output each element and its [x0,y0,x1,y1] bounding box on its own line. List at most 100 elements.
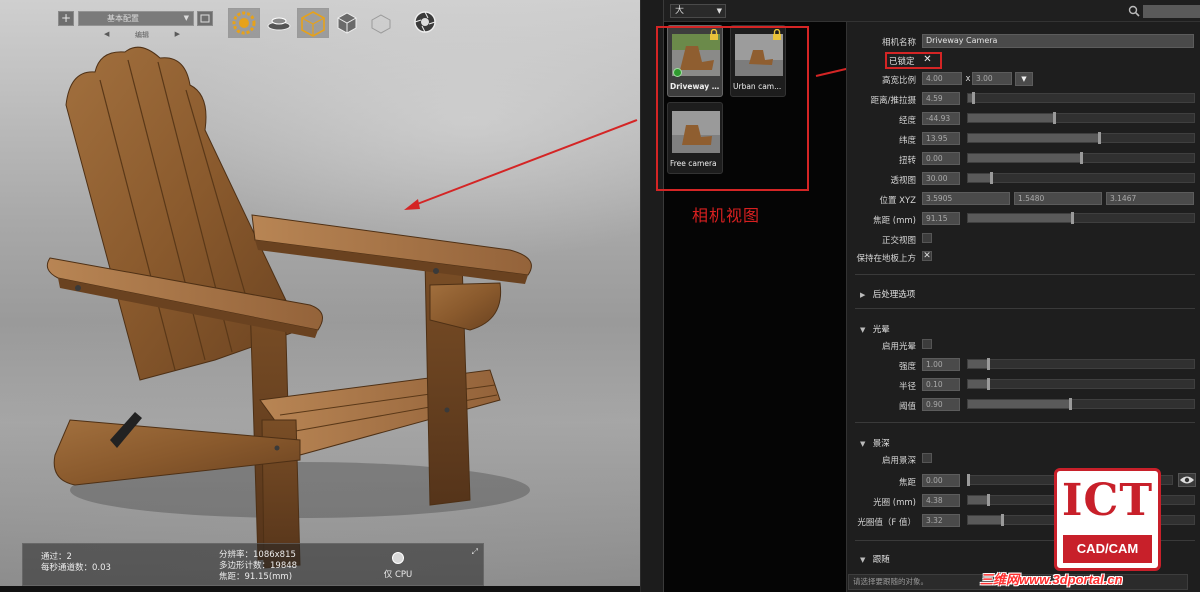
slider-handle[interactable] [967,474,970,486]
chevron-down-icon: ▼ [716,7,722,15]
position-y-input[interactable]: 1.5480 [1014,192,1102,205]
slider-value-input[interactable]: 0.00 [922,474,960,487]
square-icon [200,14,210,23]
tool-object-view[interactable] [332,8,364,38]
cpu-mode-toggle[interactable]: 仅 CPU [378,552,418,580]
slider-fill [968,400,1070,408]
focal-length-input[interactable]: 91.15 [922,212,960,225]
tool-camera-aperture[interactable] [410,8,442,38]
dof-enable-checkbox[interactable] [922,453,932,463]
chair-render-scene [46,46,638,569]
aperture-icon [414,11,436,33]
thumbnail-size-select[interactable]: 大 ▼ [670,4,726,18]
ict-cadcam-logo: ICT CAD/CAM [1054,468,1161,571]
value-slider[interactable] [967,358,1195,370]
edit-label[interactable]: 编辑 [135,31,149,39]
slider-value-input[interactable]: 0.90 [922,398,960,411]
tool-rotate-environment[interactable] [228,8,260,38]
render-info-panel: 通过：2 每秒通道数：0.03 分辨率：1086x815 多边形计数：19848… [22,543,484,586]
slider-value-input[interactable]: 4.38 [922,494,960,507]
slider-value-input[interactable]: 0.00 [922,152,960,165]
position-z-input[interactable]: 3.1467 [1106,192,1194,205]
slider-handle[interactable] [971,92,975,104]
add-preset-button[interactable]: + [58,11,74,26]
tool-hide-object[interactable] [366,8,398,38]
resolution-text: 分辨率：1086x815 [219,550,296,560]
value-slider[interactable] [967,132,1195,144]
section-title: 景深 [872,439,890,449]
expand-icon[interactable]: ⤢ [472,547,478,557]
slider-value-input[interactable]: 0.10 [922,378,960,391]
section-tracking[interactable]: ▼ 跟随 [860,553,890,565]
slider-handle[interactable] [987,358,991,370]
slider-label: 纬度 [898,136,916,146]
search-input[interactable] [1143,5,1200,18]
render-stats-right: 分辨率：1086x815 多边形计数：19848 焦距：91.15(mm) [219,550,297,583]
box-outline-icon [371,14,391,34]
camera-list-highlight-box [656,26,809,191]
value-slider[interactable] [967,398,1195,410]
cpu-icon [392,552,404,564]
slider-handle[interactable] [1068,398,1072,410]
value-slider[interactable] [967,112,1195,124]
logo-text-bottom: CAD/CAM [1063,535,1152,563]
slider-value-input[interactable]: 13.95 [922,132,960,145]
slider-value-input[interactable]: 1.00 [922,358,960,371]
chevron-right-icon: ▶ [860,291,866,299]
slider-label: 阈值 [898,402,916,412]
triangles-text: 多边形计数：19848 [219,561,298,571]
slider-handle[interactable] [1052,112,1056,124]
dial-icon [232,11,256,35]
position-label: 位置 XYZ [879,196,916,206]
slider-value-input[interactable]: 4.59 [922,92,960,105]
slider-value-input[interactable]: 30.00 [922,172,960,185]
aspect-width-input[interactable]: 4.00 [922,72,962,85]
chevron-down-icon: ▼ [860,326,866,334]
preset-label: 基本配置 [107,14,139,23]
preset-select[interactable]: 基本配置 ▼ [78,11,194,26]
camera-name-input[interactable]: Driveway Camera [922,34,1194,48]
slider-label: 经度 [898,116,916,126]
slider-fill [968,360,989,368]
value-slider[interactable] [967,152,1195,164]
bloom-enable-checkbox[interactable] [922,339,932,349]
slider-value-input[interactable]: -44.93 [922,112,960,125]
tool-move-object[interactable] [297,8,329,38]
preset-pager: ◀ 编辑 ▶ [100,30,184,40]
slider-handle[interactable] [1098,132,1102,144]
value-slider[interactable] [967,92,1195,104]
section-depth-of-field[interactable]: ▼ 景深 [860,437,890,449]
render-viewport[interactable]: + 基本配置 ▼ ◀ 编辑 ▶ 通过：2 每秒通道数：0.03 分辨率：1086… [0,0,640,586]
focus-pick-button[interactable] [1178,473,1196,487]
slider-handle[interactable] [989,172,993,184]
keep-above-floor-checkbox[interactable]: ✕ [922,251,932,261]
section-title: 光晕 [872,325,890,335]
section-bloom[interactable]: ▼ 光晕 [860,323,890,335]
aspect-height-input[interactable]: 3.00 [972,72,1012,85]
search-icon[interactable] [1128,5,1140,17]
value-slider[interactable] [967,172,1195,184]
dof-enable-label: 启用景深 [881,456,916,466]
section-post-processing[interactable]: ▶ 后处理选项 [860,288,915,300]
aspect-separator: x [965,74,971,84]
slider-handle[interactable] [987,378,991,390]
aspect-preset-dropdown[interactable]: ▼ [1015,72,1033,86]
prev-preset-button[interactable]: ◀ [104,30,109,38]
ortho-label: 正交视图 [881,236,916,246]
slider-handle[interactable] [987,494,991,506]
tool-turntable[interactable] [264,8,296,38]
locked-checkbox[interactable]: ✕ [922,55,933,65]
viewport-toolbar: + 基本配置 ▼ ◀ 编辑 ▶ [0,0,640,40]
next-preset-button[interactable]: ▶ [175,30,180,38]
slider-handle[interactable] [1070,212,1074,224]
position-x-input[interactable]: 3.5905 [922,192,1010,205]
divider [855,274,1195,275]
preset-options-button[interactable] [197,11,213,26]
focal-length-slider[interactable] [967,212,1195,224]
slider-handle[interactable] [1000,514,1004,526]
slider-handle[interactable] [1080,152,1083,164]
slider-value-input[interactable]: 3.32 [922,514,960,527]
value-slider[interactable] [967,378,1195,390]
passes-text: 通过：2 [41,552,72,562]
ortho-checkbox[interactable] [922,233,932,243]
